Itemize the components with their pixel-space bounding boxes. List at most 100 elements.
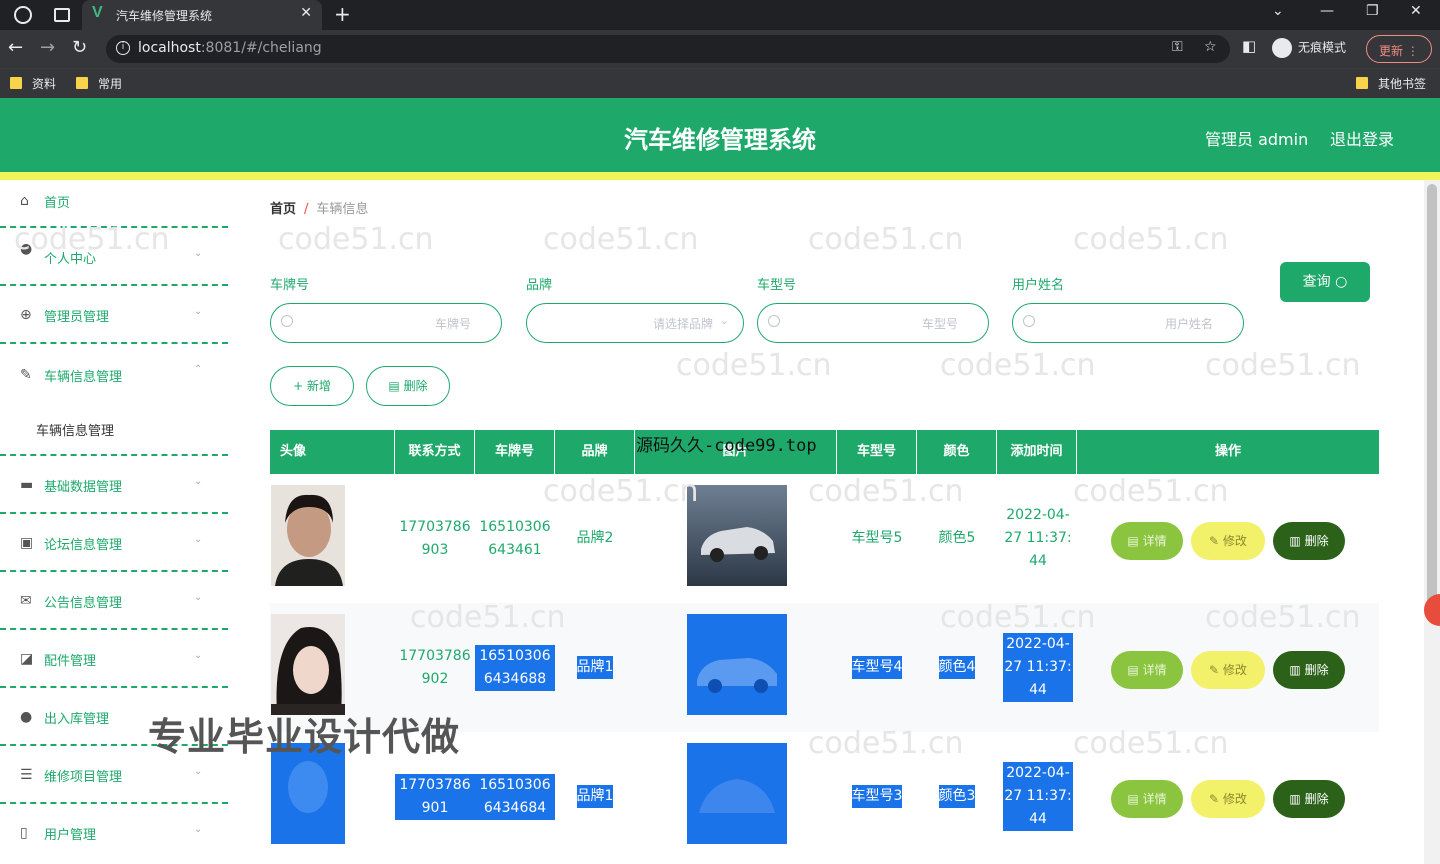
sidebar-item-basic-data[interactable]: ▬ 基础数据管理 ⌄ bbox=[0, 456, 228, 514]
incognito-indicator[interactable]: 无痕模式 bbox=[1272, 38, 1346, 58]
window-close-icon[interactable]: ✕ bbox=[1410, 3, 1422, 19]
breadcrumb-current: 车辆信息 bbox=[316, 202, 369, 217]
cell-time: 2022-04-27 11:37:44 bbox=[1003, 732, 1073, 861]
logout-link[interactable]: 退出登录 bbox=[1330, 126, 1394, 150]
col-color: 颜色 bbox=[917, 430, 997, 474]
tab-title: 汽车维修管理系统 bbox=[116, 9, 213, 23]
cell-plate: 165103066434684 bbox=[475, 732, 555, 861]
breadcrumb-home[interactable]: 首页 bbox=[270, 202, 296, 217]
forum-icon: ▣ bbox=[20, 535, 34, 551]
bookmark-folder[interactable]: 常用 bbox=[76, 75, 122, 92]
cell-brand: 品牌1 bbox=[555, 732, 635, 861]
repair-icon: ☰ bbox=[20, 767, 33, 783]
breadcrumb-separator: / bbox=[304, 202, 309, 217]
sidebar-item-label: 公告信息管理 bbox=[44, 596, 123, 611]
browser-tab[interactable]: V 汽车维修管理系统 ✕ bbox=[82, 0, 322, 30]
site-info-icon[interactable]: i bbox=[116, 41, 130, 55]
sidebar-item-notice[interactable]: ✉ 公告信息管理 ⌄ bbox=[0, 572, 228, 630]
sidebar-item-home[interactable]: ⌂ 首页 bbox=[0, 180, 228, 228]
delete-button[interactable]: ▥ 删除 bbox=[1273, 780, 1345, 818]
delete-button[interactable]: ▥ 删除 bbox=[1273, 651, 1345, 689]
car-image bbox=[687, 485, 787, 586]
notice-icon: ✉ bbox=[20, 593, 32, 609]
tab-list-icon[interactable]: ⌄ bbox=[1272, 3, 1284, 19]
new-tab-icon[interactable]: + bbox=[334, 2, 351, 26]
bookmark-folder[interactable]: 资料 bbox=[10, 75, 56, 92]
edit-button[interactable]: ✎ 修改 bbox=[1191, 651, 1265, 689]
input-placeholder: 用户姓名 bbox=[1164, 317, 1213, 331]
col-phone: 联系方式 bbox=[395, 430, 475, 474]
scrollbar-thumb[interactable] bbox=[1427, 184, 1437, 604]
bookmark-star-icon[interactable]: ☆ bbox=[1204, 39, 1217, 55]
user-icon: ● bbox=[20, 241, 33, 257]
detail-button[interactable]: ▤ 详情 bbox=[1111, 651, 1183, 689]
header-accent-bar bbox=[0, 172, 1440, 180]
chevron-down-icon: ⌄ bbox=[194, 650, 203, 661]
sidebar-item-label: 用户管理 bbox=[44, 828, 97, 843]
model-filter-input[interactable]: 车型号 bbox=[757, 303, 989, 343]
sidebar-item-forum[interactable]: ▣ 论坛信息管理 ⌄ bbox=[0, 514, 228, 572]
tab-close-icon[interactable]: ✕ bbox=[300, 5, 312, 21]
chevron-down-icon: ⌄ bbox=[194, 306, 203, 317]
sidebar-item-car-info[interactable]: ✎ 车辆信息管理 ⌃ bbox=[0, 344, 228, 412]
sidebar-item-admin[interactable]: ⊕ 管理员管理 ⌄ bbox=[0, 286, 228, 344]
table-row: 17703786903 16510306643461 品牌2 车型号5 颜色5 … bbox=[270, 474, 1379, 603]
key-icon[interactable]: ⚿ bbox=[1172, 39, 1183, 55]
chevron-down-icon: ⌄ bbox=[194, 534, 203, 545]
tab-search-icon[interactable] bbox=[54, 8, 70, 22]
sidebar-item-parts[interactable]: ◪ 配件管理 ⌄ bbox=[0, 630, 228, 688]
brand-filter-label: 品牌 bbox=[526, 278, 553, 293]
minimize-icon[interactable]: — bbox=[1320, 3, 1334, 19]
edit-button[interactable]: ✎ 修改 bbox=[1191, 522, 1265, 560]
browser-menu-icon[interactable] bbox=[14, 6, 32, 24]
sidebar-item-label: 论坛信息管理 bbox=[44, 538, 123, 553]
cell-model: 车型号4 bbox=[837, 603, 917, 732]
col-time: 添加时间 bbox=[997, 430, 1077, 474]
search-icon: ○ bbox=[1335, 274, 1348, 290]
search-icon bbox=[281, 315, 293, 327]
parts-icon: ◪ bbox=[20, 651, 34, 667]
sidebar: ⌂ 首页 ● 个人中心 ⌄ ⊕ 管理员管理 ⌄ ✎ 车辆信息管理 ⌃ 车辆信息管… bbox=[0, 180, 228, 864]
bookmarks-bar: 资料 常用 其他书签 bbox=[0, 68, 1440, 98]
sidebar-item-profile[interactable]: ● 个人中心 ⌄ bbox=[0, 228, 228, 286]
sidebar-item-users[interactable]: ▯ 用户管理 ⌄ bbox=[0, 804, 228, 862]
input-placeholder: 车型号 bbox=[921, 317, 958, 331]
url-input[interactable]: i localhost:8081/#/cheliang ⚿ ☆ bbox=[106, 35, 1230, 63]
detail-button[interactable]: ▤ 详情 bbox=[1111, 780, 1183, 818]
other-bookmarks[interactable]: 其他书签 bbox=[1356, 75, 1426, 92]
vue-favicon-icon: V bbox=[92, 4, 103, 21]
forward-icon[interactable]: → bbox=[40, 37, 55, 58]
model-filter-label: 车型号 bbox=[757, 278, 797, 293]
chevron-down-icon: ⌄ bbox=[194, 476, 203, 487]
folder-icon bbox=[10, 77, 22, 89]
user-filter-input[interactable]: 用户姓名 bbox=[1012, 303, 1244, 343]
reload-icon[interactable]: ↻ bbox=[72, 37, 87, 58]
chevron-down-icon: ⌄ bbox=[194, 824, 203, 835]
cell-model: 车型号3 bbox=[837, 732, 917, 861]
sidebar-subitem-car-info[interactable]: 车辆信息管理 bbox=[0, 412, 228, 456]
delete-button[interactable]: ▥ 删除 bbox=[1273, 522, 1345, 560]
url-text: localhost:8081/#/cheliang bbox=[138, 40, 322, 56]
back-icon[interactable]: ← bbox=[8, 37, 23, 58]
add-button[interactable]: + 新增 bbox=[270, 366, 354, 406]
avatar bbox=[271, 614, 345, 715]
edit-button[interactable]: ✎ 修改 bbox=[1191, 780, 1265, 818]
brand-filter-select[interactable]: 请选择品牌 ⌄ bbox=[526, 303, 744, 343]
app-header: 汽车维修管理系统 管理员 admin 退出登录 bbox=[0, 98, 1440, 172]
batch-delete-button[interactable]: ▤ 删除 bbox=[366, 366, 450, 406]
select-placeholder: 请选择品牌 bbox=[652, 317, 713, 331]
avatar bbox=[271, 485, 345, 586]
car-info-icon: ✎ bbox=[20, 367, 32, 383]
plate-filter-input[interactable]: 车牌号 bbox=[270, 303, 502, 343]
sidepanel-icon[interactable]: ◧ bbox=[1242, 37, 1256, 55]
folder-icon bbox=[76, 77, 88, 89]
detail-button[interactable]: ▤ 详情 bbox=[1111, 522, 1183, 560]
admin-icon: ⊕ bbox=[20, 307, 32, 323]
cell-color: 颜色5 bbox=[938, 530, 976, 546]
restore-icon[interactable]: ❐ bbox=[1366, 3, 1379, 19]
cell-plate: 16510306643461 bbox=[479, 518, 551, 558]
search-button[interactable]: 查询 ○ bbox=[1280, 262, 1370, 302]
car-image bbox=[687, 614, 787, 715]
update-button[interactable]: 更新 ⋮ bbox=[1366, 35, 1432, 63]
sidebar-item-label: 出入库管理 bbox=[44, 712, 110, 727]
